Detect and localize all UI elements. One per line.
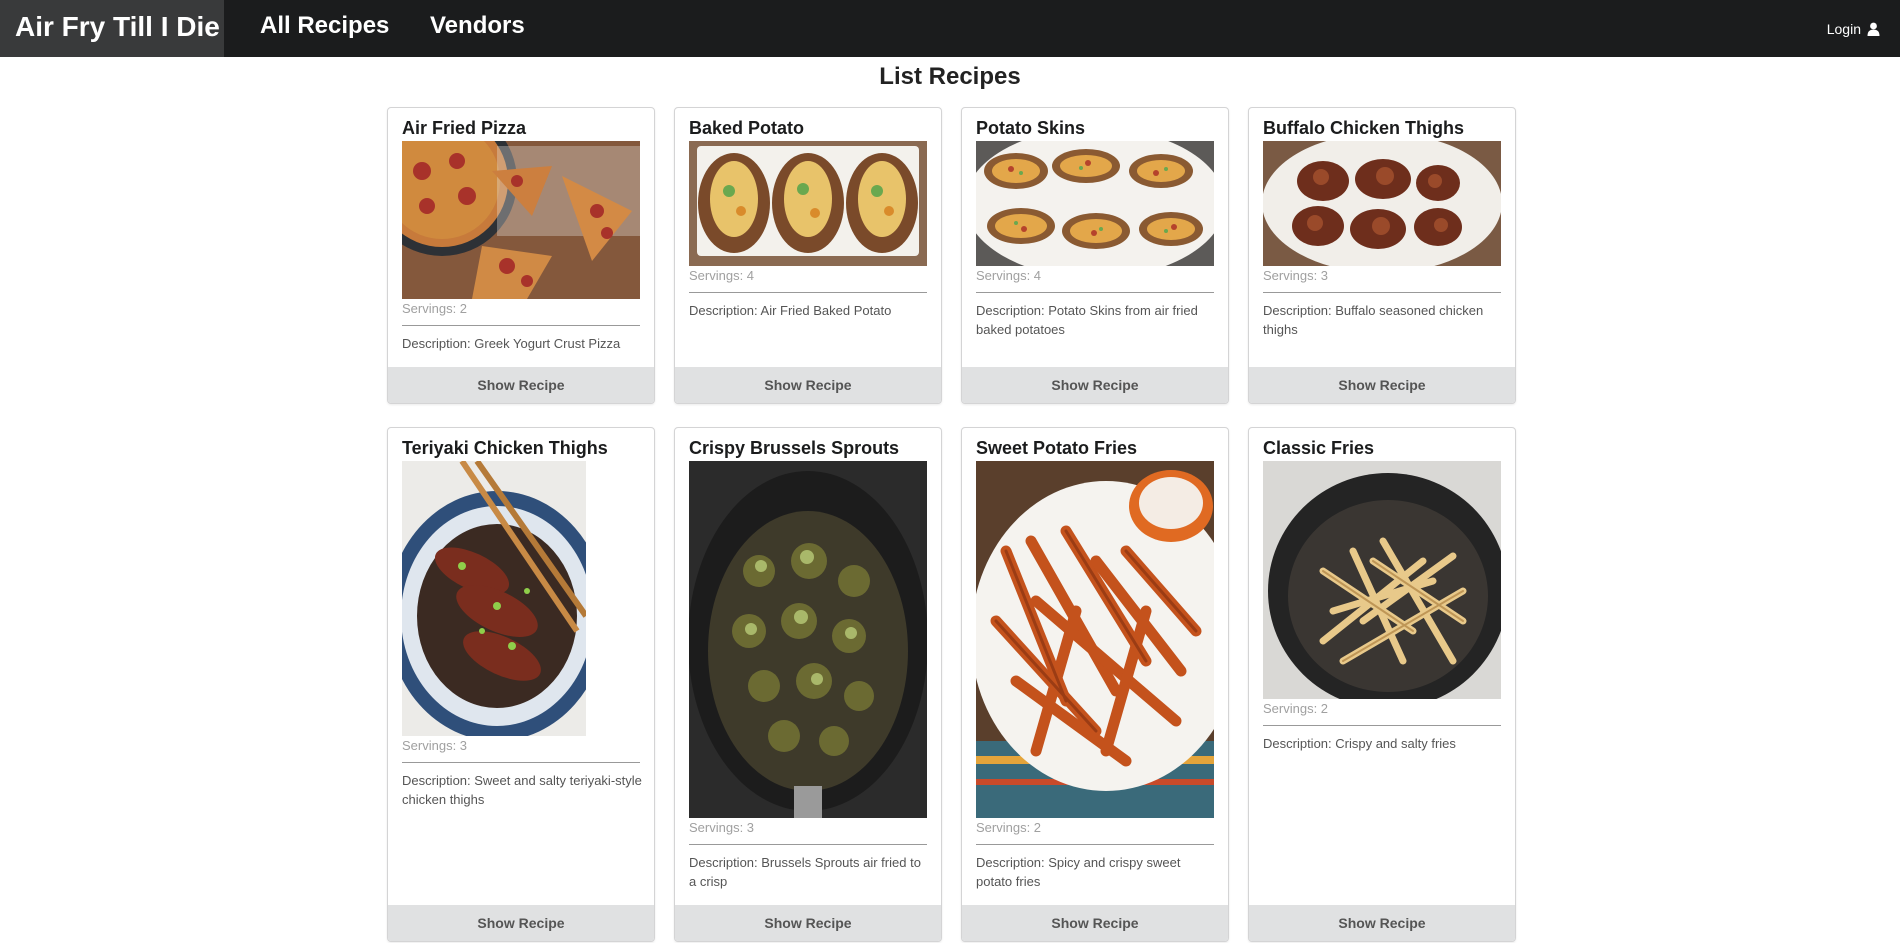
show-recipe-button[interactable]: Show Recipe — [1249, 367, 1515, 403]
recipe-card: Classic Fries Servings: 2 Description: C… — [1248, 427, 1516, 942]
recipe-title: Potato Skins — [976, 118, 1086, 138]
recipe-card: Potato Skins Servings: 4 Description: Po… — [961, 107, 1229, 404]
recipe-title: Teriyaki Chicken Thighs — [402, 438, 608, 458]
divider — [1263, 725, 1501, 726]
divider — [976, 844, 1214, 845]
recipe-image-buffalo-chicken — [1263, 141, 1501, 266]
recipe-description: Description: Air Fried Baked Potato — [689, 303, 892, 318]
show-recipe-button[interactable]: Show Recipe — [388, 905, 654, 941]
recipe-description: Description: Buffalo seasoned chicken th… — [1263, 303, 1484, 337]
divider — [976, 292, 1214, 293]
recipe-card: Sweet Potato Fries Servings: 2 Descripti… — [961, 427, 1229, 942]
recipe-image-potato-skins — [976, 141, 1214, 266]
user-icon — [1867, 22, 1880, 36]
recipe-card: Crispy Brussels Sprouts Servings: 3 Desc… — [674, 427, 942, 942]
show-recipe-button[interactable]: Show Recipe — [675, 367, 941, 403]
recipe-title: Buffalo Chicken Thighs — [1263, 118, 1465, 138]
top-navbar: Air Fry Till I Die All Recipes Vendors L… — [0, 0, 1900, 57]
recipe-title: Sweet Potato Fries — [976, 438, 1138, 458]
recipe-card: Air Fried Pizza Servings: 2 Description:… — [387, 107, 655, 404]
servings-label: Servings: 2 — [1263, 701, 1329, 716]
recipe-image-pizza — [402, 141, 640, 299]
recipe-title: Baked Potato — [689, 118, 805, 138]
recipe-description: Description: Greek Yogurt Crust Pizza — [402, 336, 621, 351]
recipe-description: Description: Potato Skins from air fried… — [976, 303, 1198, 337]
recipe-description: Description: Brussels Sprouts air fried … — [689, 855, 921, 889]
servings-label: Servings: 2 — [402, 301, 468, 316]
show-recipe-button[interactable]: Show Recipe — [675, 905, 941, 941]
divider — [1263, 292, 1501, 293]
recipe-image-teriyaki-chicken — [402, 461, 586, 736]
servings-label: Servings: 2 — [976, 820, 1042, 835]
recipe-description: Description: Spicy and crispy sweet pota… — [976, 855, 1181, 889]
show-recipe-button[interactable]: Show Recipe — [962, 905, 1228, 941]
servings-label: Servings: 4 — [689, 268, 755, 283]
nav-all-recipes[interactable]: All Recipes — [260, 0, 389, 57]
divider — [689, 844, 927, 845]
divider — [402, 325, 640, 326]
nav-vendors[interactable]: Vendors — [430, 0, 525, 57]
recipe-title: Crispy Brussels Sprouts — [689, 438, 900, 458]
show-recipe-button[interactable]: Show Recipe — [962, 367, 1228, 403]
recipe-title: Air Fried Pizza — [402, 118, 527, 138]
recipe-description: Description: Crispy and salty fries — [1263, 736, 1456, 751]
divider — [402, 762, 640, 763]
servings-label: Servings: 3 — [402, 738, 468, 753]
recipe-image-baked-potato — [689, 141, 927, 266]
servings-label: Servings: 3 — [689, 820, 755, 835]
recipe-image-classic-fries — [1263, 461, 1501, 699]
login-button[interactable]: Login — [1827, 0, 1880, 57]
recipe-image-brussels-sprouts — [689, 461, 927, 818]
recipe-title: Classic Fries — [1263, 438, 1375, 458]
recipe-card: Baked Potato Servings: 4 Description: Ai… — [674, 107, 942, 404]
brand-logo-link[interactable]: Air Fry Till I Die — [0, 0, 224, 57]
recipe-card: Teriyaki Chicken Thighs Servings: 3 Desc… — [387, 427, 655, 942]
servings-label: Servings: 3 — [1263, 268, 1329, 283]
servings-label: Servings: 4 — [976, 268, 1042, 283]
show-recipe-button[interactable]: Show Recipe — [1249, 905, 1515, 941]
recipe-image-sweet-potato-fries — [976, 461, 1214, 818]
login-label: Login — [1826, 20, 1861, 37]
show-recipe-button[interactable]: Show Recipe — [388, 367, 654, 403]
recipe-description: Description: Sweet and salty teriyaki-st… — [402, 773, 642, 807]
recipe-card: Buffalo Chicken Thighs Servings: 3 Descr… — [1248, 107, 1516, 404]
divider — [689, 292, 927, 293]
page-title: List Recipes — [879, 63, 1021, 90]
